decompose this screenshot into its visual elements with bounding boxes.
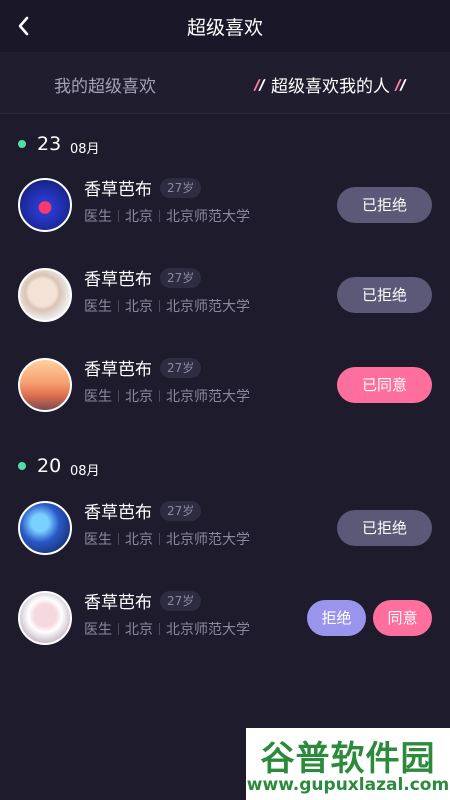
tab-indicator-right-icon — [394, 78, 408, 92]
user-meta: 医生 北京 北京师范大学 — [84, 619, 250, 639]
age-badge: 27岁 — [160, 358, 202, 378]
user-name: 香草芭布 — [84, 180, 152, 200]
school-text: 北京师范大学 — [166, 622, 250, 638]
city-text: 北京 — [125, 622, 153, 638]
city-text: 北京 — [125, 299, 153, 315]
list-item[interactable]: 香草芭布 27岁 医生 北京 北京师范大学 拒绝 同意 — [0, 583, 450, 653]
divider — [118, 533, 119, 545]
age-badge: 27岁 — [160, 268, 202, 288]
school-text: 北京师范大学 — [166, 209, 250, 225]
user-meta: 医生 北京 北京师范大学 — [84, 386, 250, 406]
job-text: 医生 — [84, 622, 112, 638]
user-name: 香草芭布 — [84, 360, 152, 380]
watermark-url: www.gupuxlazal.com — [246, 775, 450, 795]
tab-label: 超级喜欢我的人 — [271, 77, 390, 97]
avatar[interactable] — [18, 178, 72, 232]
agreed-status-button[interactable]: 已同意 — [337, 367, 432, 403]
watermark-title: 谷普软件园 — [260, 739, 436, 779]
divider — [118, 390, 119, 402]
list-item[interactable]: 香草芭布 27岁 医生 北京 北京师范大学 已同意 — [0, 350, 450, 420]
divider — [159, 390, 160, 402]
user-meta: 医生 北京 北京师范大学 — [84, 206, 250, 226]
divider — [159, 623, 160, 635]
divider — [118, 210, 119, 222]
date-month: 08月 — [70, 142, 100, 157]
job-text: 医生 — [84, 389, 112, 405]
tab-my-super-likes[interactable]: 我的超级喜欢 — [54, 72, 156, 97]
date-day: 23 — [37, 133, 62, 155]
top-bar: 超级喜欢 — [0, 0, 450, 52]
city-text: 北京 — [125, 209, 153, 225]
date-dot-icon — [18, 462, 26, 470]
avatar[interactable] — [18, 358, 72, 412]
date-month: 08月 — [70, 464, 100, 479]
user-meta: 医生 北京 北京师范大学 — [84, 529, 250, 549]
date-dot-icon — [18, 140, 26, 148]
reject-button[interactable]: 拒绝 — [307, 600, 366, 636]
list-item[interactable]: 香草芭布 27岁 医生 北京 北京师范大学 已拒绝 — [0, 260, 450, 330]
tab-indicator-left-icon — [253, 78, 267, 92]
user-meta: 医生 北京 北京师范大学 — [84, 296, 250, 316]
tab-who-super-liked-me[interactable]: 超级喜欢我的人 — [249, 72, 412, 97]
divider — [159, 533, 160, 545]
city-text: 北京 — [125, 532, 153, 548]
user-name: 香草芭布 — [84, 593, 152, 613]
age-badge: 27岁 — [160, 501, 202, 521]
date-day: 20 — [37, 455, 62, 477]
list-item[interactable]: 香草芭布 27岁 医生 北京 北京师范大学 已拒绝 — [0, 493, 450, 563]
rejected-status-button[interactable]: 已拒绝 — [337, 277, 432, 313]
city-text: 北京 — [125, 389, 153, 405]
school-text: 北京师范大学 — [166, 389, 250, 405]
user-name: 香草芭布 — [84, 503, 152, 523]
divider — [118, 300, 119, 312]
tab-bar: 我的超级喜欢 超级喜欢我的人 — [0, 52, 450, 114]
accept-button[interactable]: 同意 — [373, 600, 432, 636]
school-text: 北京师范大学 — [166, 532, 250, 548]
age-badge: 27岁 — [160, 178, 202, 198]
rejected-status-button[interactable]: 已拒绝 — [337, 510, 432, 546]
divider — [159, 300, 160, 312]
avatar[interactable] — [18, 591, 72, 645]
job-text: 医生 — [84, 532, 112, 548]
page-title: 超级喜欢 — [186, 17, 263, 39]
rejected-status-button[interactable]: 已拒绝 — [337, 187, 432, 223]
school-text: 北京师范大学 — [166, 299, 250, 315]
avatar[interactable] — [18, 268, 72, 322]
avatar[interactable] — [18, 501, 72, 555]
user-name: 香草芭布 — [84, 270, 152, 290]
divider — [159, 210, 160, 222]
watermark-logo: 谷普软件园 www.gupuxlazal.com — [246, 728, 450, 800]
list-item[interactable]: 香草芭布 27岁 医生 北京 北京师范大学 已拒绝 — [0, 170, 450, 240]
job-text: 医生 — [84, 299, 112, 315]
age-badge: 27岁 — [160, 591, 202, 611]
divider — [118, 623, 119, 635]
job-text: 医生 — [84, 209, 112, 225]
